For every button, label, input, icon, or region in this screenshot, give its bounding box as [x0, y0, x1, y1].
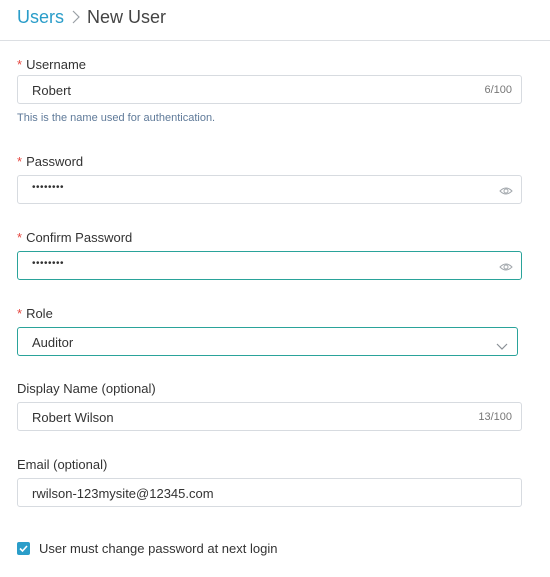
breadcrumb-users-link[interactable]: Users	[17, 7, 64, 28]
confirm-password-label: * Confirm Password	[17, 230, 133, 245]
required-marker: *	[17, 154, 23, 169]
email-label: Email (optional)	[17, 457, 108, 472]
chevron-right-icon	[71, 10, 81, 24]
email-value: rwilson-123mysite@12345.com	[32, 486, 214, 501]
email-field[interactable]: rwilson-123mysite@12345.com	[17, 478, 522, 507]
password-label: * Password	[17, 154, 84, 169]
eye-icon[interactable]	[499, 260, 513, 272]
display-name-label: Display Name (optional)	[17, 381, 156, 396]
username-field[interactable]: Robert 6/100	[17, 75, 522, 104]
username-char-counter: 6/100	[484, 84, 512, 96]
required-marker: *	[17, 306, 23, 321]
eye-icon[interactable]	[499, 184, 513, 196]
username-label: * Username	[17, 57, 87, 72]
page-title: New User	[87, 7, 167, 27]
display-name-char-counter: 13/100	[478, 411, 512, 423]
display-name-value: Robert Wilson	[32, 410, 114, 425]
required-marker: *	[17, 230, 23, 245]
confirm-password-masked-value: ••••••••	[32, 258, 65, 269]
required-marker: *	[17, 57, 23, 72]
confirm-password-field[interactable]: ••••••••	[17, 251, 522, 280]
role-label: * Role	[17, 306, 53, 321]
display-name-field[interactable]: Robert Wilson 13/100	[17, 402, 522, 431]
username-value: Robert	[32, 83, 72, 98]
password-masked-value: ••••••••	[32, 182, 65, 193]
role-selected-value: Auditor	[32, 335, 74, 350]
chevron-down-icon[interactable]	[496, 338, 508, 350]
change-password-checkbox[interactable]	[17, 542, 30, 555]
change-password-checkbox-label[interactable]: User must change password at next login	[39, 541, 277, 556]
password-field[interactable]: ••••••••	[17, 175, 522, 204]
checkmark-icon	[19, 545, 28, 553]
page-header: Users New User	[0, 0, 550, 41]
username-hint: This is the name used for authentication…	[17, 112, 216, 124]
role-select[interactable]: Auditor	[17, 327, 518, 356]
